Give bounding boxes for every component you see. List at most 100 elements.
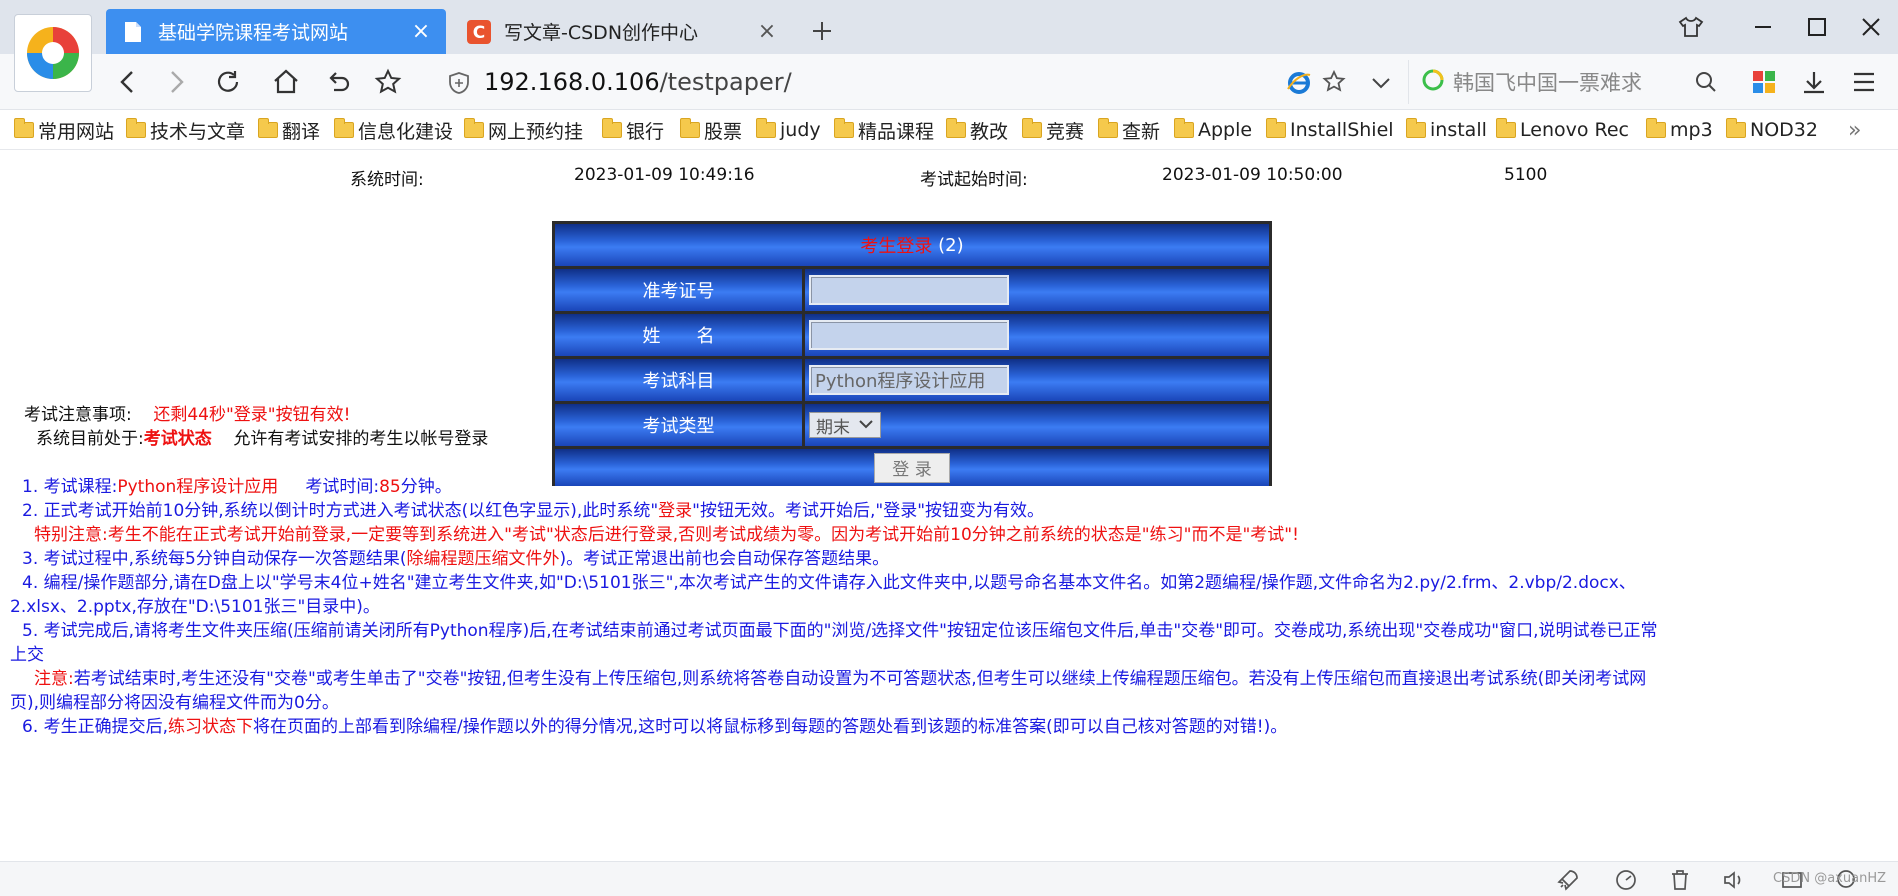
folder-icon <box>1646 118 1666 138</box>
bookmark-label: 网上预约挂 <box>488 120 584 143</box>
folder-icon <box>258 118 278 138</box>
folder-icon <box>946 118 966 138</box>
bookmark-item[interactable]: install <box>1406 117 1487 143</box>
note-2-text-a: 2. 正式考试开始前10分钟,系统以倒计时方式进入考试状态(以红色字显示),此时… <box>22 501 659 521</box>
bookmark-item[interactable]: 翻译 <box>258 117 320 143</box>
close-window-icon[interactable] <box>1856 12 1886 42</box>
url-text: 192.168.0.106/testpaper/ <box>484 68 792 96</box>
bookmark-label: install <box>1430 119 1487 141</box>
bookmark-item[interactable]: 股票 <box>680 117 742 143</box>
tab-title: 写文章-CSDN创作中心 <box>504 22 699 44</box>
folder-icon <box>602 118 622 138</box>
menu-icon[interactable] <box>1846 64 1882 100</box>
search-icon[interactable] <box>1695 71 1717 97</box>
apps-grid-icon[interactable] <box>1746 64 1782 100</box>
system-status: 系统目前处于:考试状态 允许有考试安排的考生以帐号登录 <box>10 427 1890 451</box>
exam-page: 系统时间: 2023-01-09 10:49:16 考试起始时间: 2023-0… <box>0 151 1898 861</box>
bookmark-item[interactable]: judy <box>756 117 821 143</box>
ticket-input[interactable] <box>809 275 1009 305</box>
speed-gauge-icon[interactable] <box>1612 866 1640 894</box>
bookmark-item[interactable]: 信息化建设 <box>334 117 453 143</box>
shirt-skin-icon[interactable] <box>1676 12 1706 42</box>
subject-input: Python程序设计应用 <box>809 365 1009 395</box>
search-engine-icon <box>1421 68 1445 96</box>
status-description: 允许有考试安排的考生以帐号登录 <box>233 429 489 449</box>
folder-icon <box>1174 118 1194 138</box>
url-host: 192.168.0.106 <box>484 68 660 96</box>
download-icon[interactable] <box>1796 64 1832 100</box>
folder-icon <box>1022 118 1042 138</box>
search-box[interactable]: 韩国飞中国一票难求 <box>1408 60 1728 104</box>
favorite-star-icon[interactable] <box>370 64 406 100</box>
exam-code: 5100 <box>1504 165 1548 185</box>
note-4-cont: 2.xlsx、2.pptx,存放在"D:\5101张三"目录中)。 <box>10 597 380 617</box>
close-icon[interactable]: × <box>406 17 436 47</box>
bookmark-item[interactable]: 常用网站 <box>14 117 114 143</box>
subject-field-cell: Python程序设计应用 <box>805 359 1269 404</box>
folder-icon <box>1098 118 1118 138</box>
rocket-icon[interactable] <box>1554 866 1582 894</box>
trash-icon[interactable] <box>1666 866 1694 894</box>
undo-icon[interactable] <box>320 64 356 100</box>
bookmark-label: InstallShiel <box>1290 119 1394 141</box>
bookmark-item[interactable]: Apple <box>1174 117 1252 143</box>
folder-icon <box>1266 118 1286 138</box>
subject-row: 考试科目 Python程序设计应用 <box>555 359 1269 404</box>
bookmark-item[interactable]: Lenovo Rec <box>1496 117 1629 143</box>
bookmarks-bar: 常用网站 技术与文章 翻译 信息化建设 网上预约挂 银行 股票 judy 精品课… <box>0 110 1898 150</box>
bookmark-label: NOD32 <box>1750 119 1818 141</box>
tab-exam-site[interactable]: 基础学院课程考试网站 × <box>106 9 446 54</box>
bookmark-item[interactable]: 竞赛 <box>1022 117 1084 143</box>
forward-icon[interactable] <box>158 64 194 100</box>
note-5-warning-text: 若考试结束时,考生还没有"交卷"或考生单击了"交卷"按钮,但考生没有上传压缩包,… <box>73 669 1647 689</box>
note-1-unit: 分钟。 <box>400 477 452 497</box>
bookmark-item[interactable]: 查新 <box>1098 117 1160 143</box>
bookmark-item[interactable]: 教改 <box>946 117 1008 143</box>
bookmark-label: mp3 <box>1670 119 1713 141</box>
note-2-highlight: 登录 <box>658 501 693 521</box>
bookmark-star-icon[interactable] <box>1322 69 1346 98</box>
bookmark-label: 信息化建设 <box>358 120 454 143</box>
minimize-icon[interactable] <box>1748 12 1778 42</box>
search-placeholder: 韩国飞中国一票难求 <box>1453 71 1642 95</box>
folder-icon <box>1726 118 1746 138</box>
bookmark-item[interactable]: 技术与文章 <box>126 117 245 143</box>
browser-tab-strip: 基础学院课程考试网站 × C 写文章-CSDN创作中心 × <box>0 0 1898 54</box>
shield-icon <box>448 72 470 98</box>
folder-icon <box>680 118 700 138</box>
ie-engine-icon[interactable] <box>1286 70 1312 100</box>
bookmark-item[interactable]: mp3 <box>1646 117 1713 143</box>
back-icon[interactable] <box>110 64 146 100</box>
note-1-time-label: 考试时间: <box>305 477 380 497</box>
bookmark-item[interactable]: 银行 <box>602 117 664 143</box>
note-5-warning: 注意:若考试结束时,考生还没有"交卷"或考生单击了"交卷"按钮,但考生没有上传压… <box>10 667 1890 691</box>
maximize-icon[interactable] <box>1802 12 1832 42</box>
new-tab-plus-icon[interactable] <box>805 14 839 48</box>
bookmark-label: Apple <box>1198 119 1253 141</box>
browser-logo <box>14 14 92 92</box>
note-5: 5. 考试完成后,请将考生文件夹压缩(压缩前请关闭所有Python程序)后,在考… <box>22 621 1658 641</box>
bookmark-label: 教改 <box>970 120 1009 143</box>
tab-csdn[interactable]: C 写文章-CSDN创作中心 × <box>452 9 792 54</box>
volume-icon[interactable] <box>1720 866 1748 894</box>
ticket-field-cell <box>805 269 1269 314</box>
home-icon[interactable] <box>268 64 304 100</box>
name-input[interactable] <box>809 320 1009 350</box>
browser-toolbar: 192.168.0.106/testpaper/ 韩国飞中国一票难求 <box>0 54 1898 110</box>
exam-notes: 考试注意事项: 还剩44秒"登录"按钮有效! 系统目前处于:考试状态 允许有考试… <box>10 403 1890 739</box>
bookmark-item[interactable]: 精品课程 <box>834 117 934 143</box>
bookmark-item[interactable]: InstallShiel <box>1266 117 1394 143</box>
note-6-highlight: 练习状态下 <box>168 717 254 737</box>
bookmark-item[interactable]: 网上预约挂 <box>464 117 583 143</box>
status-value: 考试状态 <box>143 429 212 449</box>
exam-start-value: 2023-01-09 10:50:00 <box>1162 165 1343 185</box>
note-6-text-b: 将在页面的上部看到除编程/操作题以外的得分情况,这时可以将鼠标移到每题的答题处看… <box>253 717 1288 737</box>
bookmarks-more-chevron[interactable]: » <box>1848 117 1861 143</box>
address-bar[interactable]: 192.168.0.106/testpaper/ <box>430 60 1410 104</box>
bookmark-item[interactable]: NOD32 <box>1726 117 1818 143</box>
close-icon[interactable]: × <box>752 17 782 47</box>
chevron-down-icon[interactable] <box>1370 72 1392 98</box>
name-field-cell <box>805 314 1269 359</box>
system-time-value: 2023-01-09 10:49:16 <box>574 165 755 185</box>
refresh-icon[interactable] <box>210 64 246 100</box>
